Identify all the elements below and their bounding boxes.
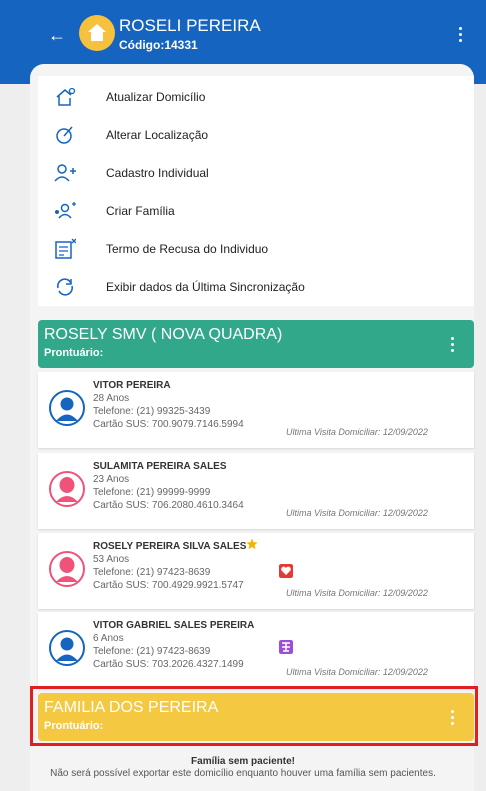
male-avatar-icon [49,390,85,426]
female-avatar-icon [49,551,85,587]
person-name: VITOR GABRIEL SALES PEREIRA [93,620,255,631]
person-sus-card: Cartão SUS: 703.2026.4327.1499 [93,659,244,670]
person-add-icon [54,164,76,182]
house-settings-icon [56,87,76,106]
person-age: 6 Anos [93,633,124,644]
female-avatar-icon [49,471,85,507]
location-edit-icon [56,126,73,144]
menu-item-label: Exibir dados da Última Sincronização [106,280,305,294]
person-phone: Telefone: (21) 97423-8639 [93,646,211,657]
family-record-label: Prontuário: [44,347,104,359]
person-phone: Telefone: (21) 97423-8639 [93,567,211,578]
person-card-vitor-gabriel[interactable]: VITOR GABRIEL SALES PEREIRA 6 Anos Telef… [38,612,474,688]
menu-item-change-location[interactable]: Alterar Localização [38,116,474,154]
header-more-icon[interactable] [454,24,468,44]
menu-item-label: Criar Família [106,204,175,218]
household-code: Código:14331 [119,38,198,52]
person-name: ROSELY PEREIRA SILVA SALES [93,541,247,552]
person-last-visit: Ultima Visita Domiciliar: 12/09/2022 [286,427,428,437]
warning-title: Família sem paciente! [191,756,295,767]
person-sus-card: Cartão SUS: 706.2080.4610.3464 [93,500,244,511]
person-last-visit: Ultima Visita Domiciliar: 12/09/2022 [286,588,428,598]
person-name: SULAMITA PEREIRA SALES [93,461,227,472]
person-name: VITOR PEREIRA [93,380,171,391]
family-name: ROSELY SMV ( NOVA QUADRA) [44,326,283,343]
menu-item-label: Alterar Localização [106,128,209,142]
menu-item-refusal-term[interactable]: Termo de Recusa do Individuo [38,230,474,268]
menu-item-last-sync[interactable]: Exibir dados da Última Sincronização [38,268,474,306]
highlight-box [30,686,478,746]
child-growth-icon [279,640,293,654]
person-age: 53 Anos [93,554,130,565]
menu-item-label: Cadastro Individual [106,166,209,180]
household-actions-menu: Atualizar Domicílio Alterar Localização … [38,76,474,306]
sync-icon [57,278,73,296]
person-age: 28 Anos [93,393,130,404]
star-icon [246,538,258,550]
menu-item-update-household[interactable]: Atualizar Domicílio [38,78,474,116]
page-title: ROSELI PEREIRA [119,16,261,35]
male-avatar-icon [49,630,85,666]
refusal-document-icon [55,238,76,259]
person-last-visit: Ultima Visita Domiciliar: 12/09/2022 [286,508,428,518]
person-age: 23 Anos [93,474,130,485]
family-add-icon [55,202,76,219]
person-card-sulamita[interactable]: SULAMITA PEREIRA SALES 23 Anos Telefone:… [38,453,474,529]
person-sus-card: Cartão SUS: 700.4929.9921.5747 [93,580,244,591]
menu-item-individual-register[interactable]: Cadastro Individual [38,154,474,192]
person-card-vitor[interactable]: VITOR PEREIRA 28 Anos Telefone: (21) 993… [38,372,474,448]
person-sus-card: Cartão SUS: 700.9079.7146.5994 [93,419,244,430]
back-arrow-icon[interactable]: ← [46,24,68,46]
home-avatar-icon [79,15,115,51]
person-phone: Telefone: (21) 99325-3439 [93,406,211,417]
person-phone: Telefone: (21) 99999-9999 [93,487,211,498]
menu-item-label: Termo de Recusa do Individuo [106,242,269,256]
menu-item-create-family[interactable]: Criar Família [38,192,474,230]
family-header-rosely[interactable]: ROSELY SMV ( NOVA QUADRA) Prontuário: [38,320,474,368]
menu-item-label: Atualizar Domicílio [106,90,206,104]
person-last-visit: Ultima Visita Domiciliar: 12/09/2022 [286,667,428,677]
person-card-rosely[interactable]: ROSELY PEREIRA SILVA SALES 53 Anos Telef… [38,533,474,609]
family-more-icon[interactable] [446,334,460,354]
heart-health-icon [279,564,293,578]
warning-message: Não será possível exportar este domicíli… [50,768,436,779]
